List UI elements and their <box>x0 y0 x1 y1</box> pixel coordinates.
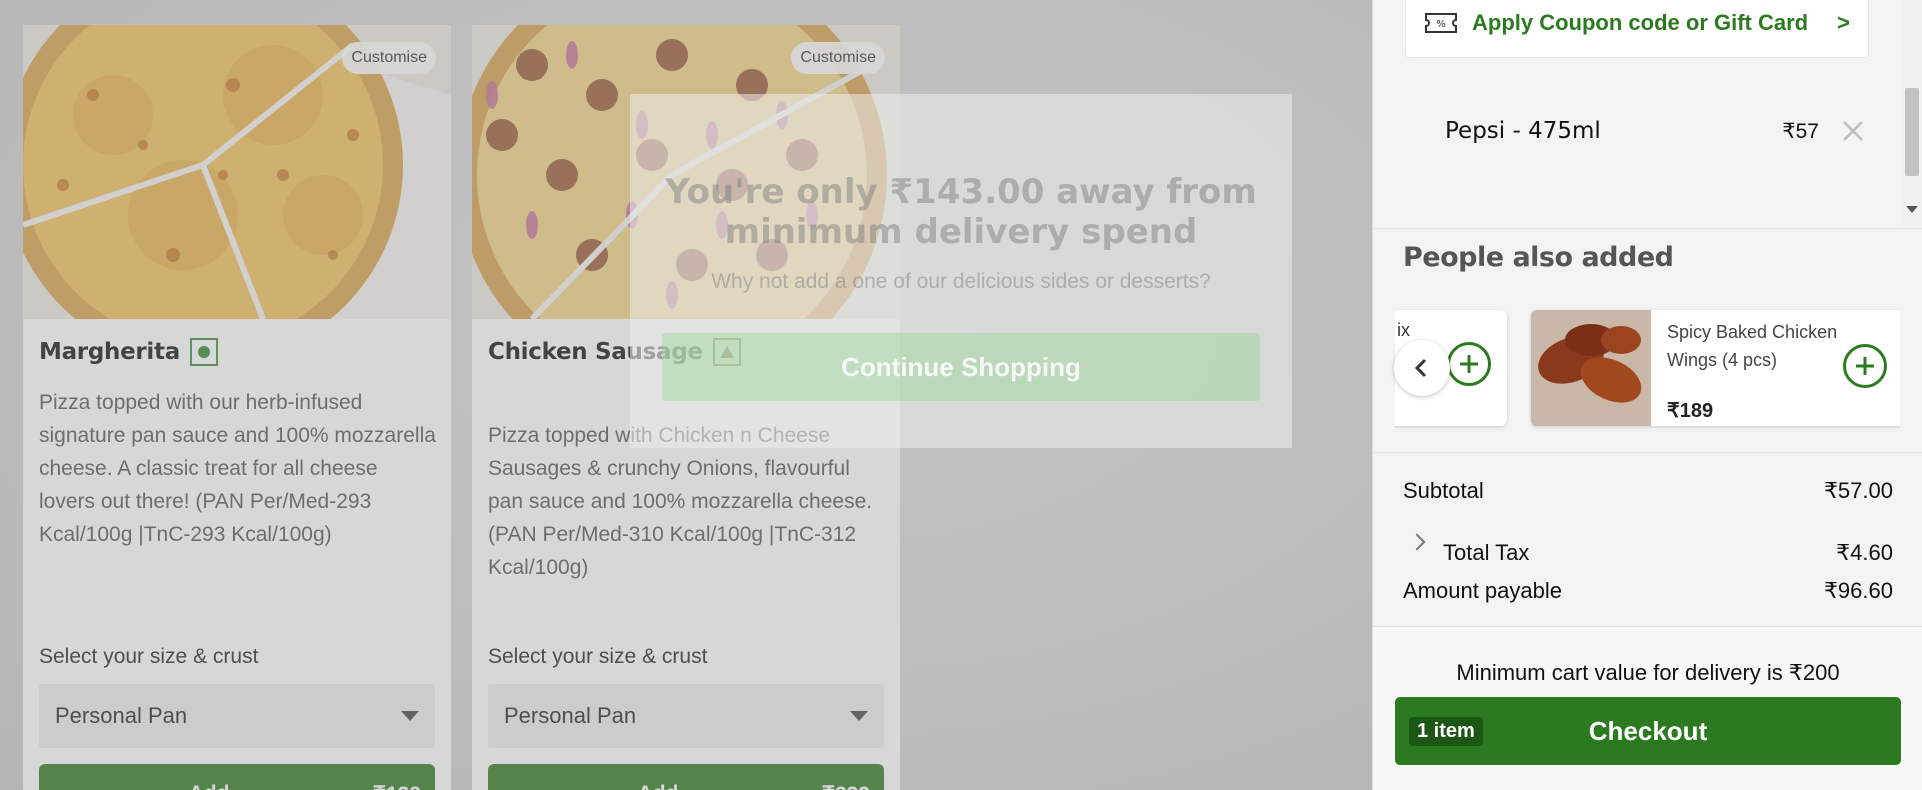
minimum-cart-note: Minimum cart value for delivery is ₹200 <box>1456 660 1840 685</box>
tax-value: ₹4.60 <box>1836 540 1893 565</box>
scroll-down-icon[interactable] <box>1906 206 1918 213</box>
minimum-spend-modal: You're only ₹143.00 away from minimum de… <box>630 94 1292 448</box>
tax-row[interactable]: Total Tax ₹4.60 <box>1403 540 1893 566</box>
continue-shopping-button[interactable]: Continue Shopping <box>662 333 1260 401</box>
cart-scrollbar[interactable] <box>1902 0 1922 228</box>
cart-item: Pepsi - 475ml ₹57 <box>1445 118 1865 144</box>
recommendation-name: ix <box>1397 320 1410 340</box>
modal-subtext: Why not add a one of our delicious sides… <box>711 270 1211 293</box>
add-plus-icon[interactable] <box>1447 342 1491 386</box>
svg-text:%: % <box>1436 19 1446 30</box>
checkout-button[interactable]: Checkout 1 item <box>1395 697 1901 765</box>
divider <box>1373 626 1922 627</box>
recommendation-card[interactable]: Spicy Baked Chicken Wings (4 pcs) ₹189 <box>1531 310 1900 426</box>
cart-sidebar: % Apply Coupon code or Gift Card > Pepsi… <box>1372 0 1922 790</box>
close-icon[interactable] <box>1841 119 1865 143</box>
people-also-added-title: People also added <box>1403 242 1674 273</box>
add-plus-icon[interactable] <box>1843 344 1887 388</box>
coupon-label: Apply Coupon code or Gift Card <box>1472 10 1809 35</box>
chevron-left-icon <box>1414 358 1427 378</box>
cart-item-name: Pepsi - 475ml <box>1445 118 1601 144</box>
payable-value: ₹96.60 <box>1823 578 1893 603</box>
item-count-badge: 1 item <box>1409 717 1483 746</box>
subtotal-label: Subtotal <box>1403 478 1484 503</box>
coupon-icon: % <box>1425 13 1457 33</box>
payable-label: Amount payable <box>1403 578 1562 603</box>
subtotal-value: ₹57.00 <box>1823 478 1893 503</box>
carousel-prev-button[interactable] <box>1394 340 1450 396</box>
cart-item-price: ₹57 <box>1782 119 1819 143</box>
subtotal-row: Subtotal ₹57.00 <box>1403 478 1893 504</box>
recommendation-carousel: ix Spicy Baked Chicken Wings (4 pcs) ₹18… <box>1395 306 1900 430</box>
recommendation-name: Spicy Baked Chicken Wings (4 pcs) <box>1667 322 1838 370</box>
scrollbar-thumb[interactable] <box>1905 88 1919 176</box>
apply-coupon-button[interactable]: % Apply Coupon code or Gift Card > <box>1405 0 1869 58</box>
divider <box>1373 228 1922 229</box>
divider <box>1373 452 1922 453</box>
tax-label: Total Tax <box>1443 540 1530 565</box>
amount-payable-row: Amount payable ₹96.60 <box>1403 578 1893 604</box>
modal-headline: You're only ₹143.00 away from minimum de… <box>665 172 1257 252</box>
recommendation-price: ₹189 <box>1667 400 1714 422</box>
chevron-right-icon: > <box>1837 10 1850 35</box>
chicken-wings-image <box>1531 310 1651 426</box>
